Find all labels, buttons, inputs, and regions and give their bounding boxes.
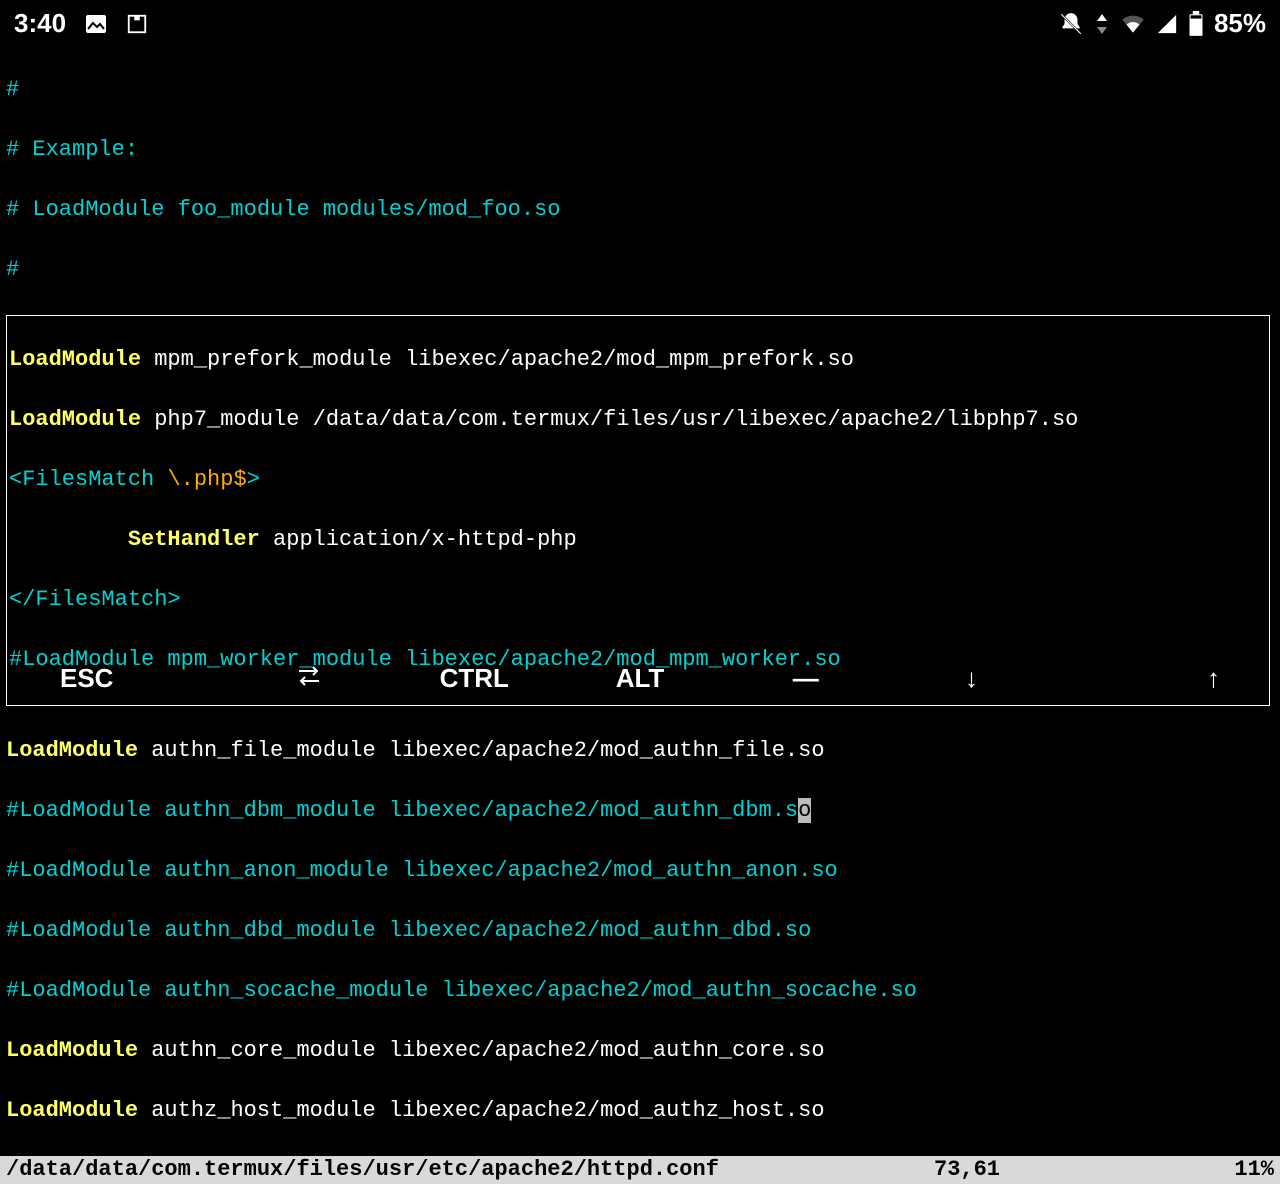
data-updown-icon <box>1094 12 1110 36</box>
code-regex: \.php$ <box>167 467 246 492</box>
wifi-icon <box>1120 13 1146 35</box>
square-icon <box>126 13 148 35</box>
code-tag: > <box>247 467 260 492</box>
tab-key[interactable] <box>226 663 392 694</box>
image-icon <box>84 12 108 36</box>
code-text: mpm_prefork_module libexec/apache2/mod_m… <box>141 347 854 372</box>
cellular-icon <box>1156 13 1178 35</box>
battery-percentage: 85% <box>1214 8 1266 39</box>
termux-extra-keys: ESC CTRL ALT — ↓ ↑ <box>0 647 1280 720</box>
notifications-off-icon <box>1058 11 1084 37</box>
code-line: # LoadModule foo_module modules/mod_foo.… <box>6 197 561 222</box>
code-line: # Example: <box>6 137 138 162</box>
statusline-position: 73,61 <box>934 1156 1194 1184</box>
code-keyword: LoadModule <box>9 407 141 432</box>
code-line: # <box>6 77 19 102</box>
editor-content[interactable]: # # Example: # LoadModule foo_module mod… <box>0 45 1280 1156</box>
vim-statusline: /data/data/com.termux/files/usr/etc/apac… <box>0 1156 1280 1184</box>
editor-cursor: o <box>798 798 811 823</box>
code-tag: </FilesMatch> <box>9 587 181 612</box>
code-keyword: LoadModule <box>6 1098 138 1123</box>
code-keyword: LoadModule <box>6 1038 138 1063</box>
code-text: authn_core_module libexec/apache2/mod_au… <box>138 1038 825 1063</box>
code-line: #LoadModule authn_socache_module libexec… <box>6 978 917 1003</box>
alt-key[interactable]: ALT <box>557 663 723 694</box>
code-line: # <box>6 257 19 282</box>
code-text: php7_module /data/data/com.termux/files/… <box>141 407 1078 432</box>
statusline-percent: 11% <box>1194 1156 1274 1184</box>
code-text: application/x-httpd-php <box>260 527 577 552</box>
code-line: #LoadModule authn_anon_module libexec/ap… <box>6 858 838 883</box>
battery-icon <box>1188 11 1204 37</box>
statusline-filename: /data/data/com.termux/files/usr/etc/apac… <box>6 1156 934 1184</box>
up-key[interactable]: ↑ <box>1054 663 1260 694</box>
dash-key[interactable]: — <box>723 663 889 694</box>
status-time: 3:40 <box>14 8 66 39</box>
code-text: authz_host_module libexec/apache2/mod_au… <box>138 1098 825 1123</box>
code-line: #LoadModule authn_dbd_module libexec/apa… <box>6 918 811 943</box>
ctrl-key[interactable]: CTRL <box>391 663 557 694</box>
code-keyword: LoadModule <box>6 738 138 763</box>
code-tag: <FilesMatch <box>9 467 167 492</box>
code-keyword: LoadModule <box>9 347 141 372</box>
code-keyword: SetHandler <box>9 527 260 552</box>
code-line: #LoadModule authn_dbm_module libexec/apa… <box>6 798 798 823</box>
code-text: authn_file_module libexec/apache2/mod_au… <box>138 738 825 763</box>
down-key[interactable]: ↓ <box>889 663 1055 694</box>
android-status-bar: 3:40 <box>0 0 1280 45</box>
esc-key[interactable]: ESC <box>20 663 226 694</box>
